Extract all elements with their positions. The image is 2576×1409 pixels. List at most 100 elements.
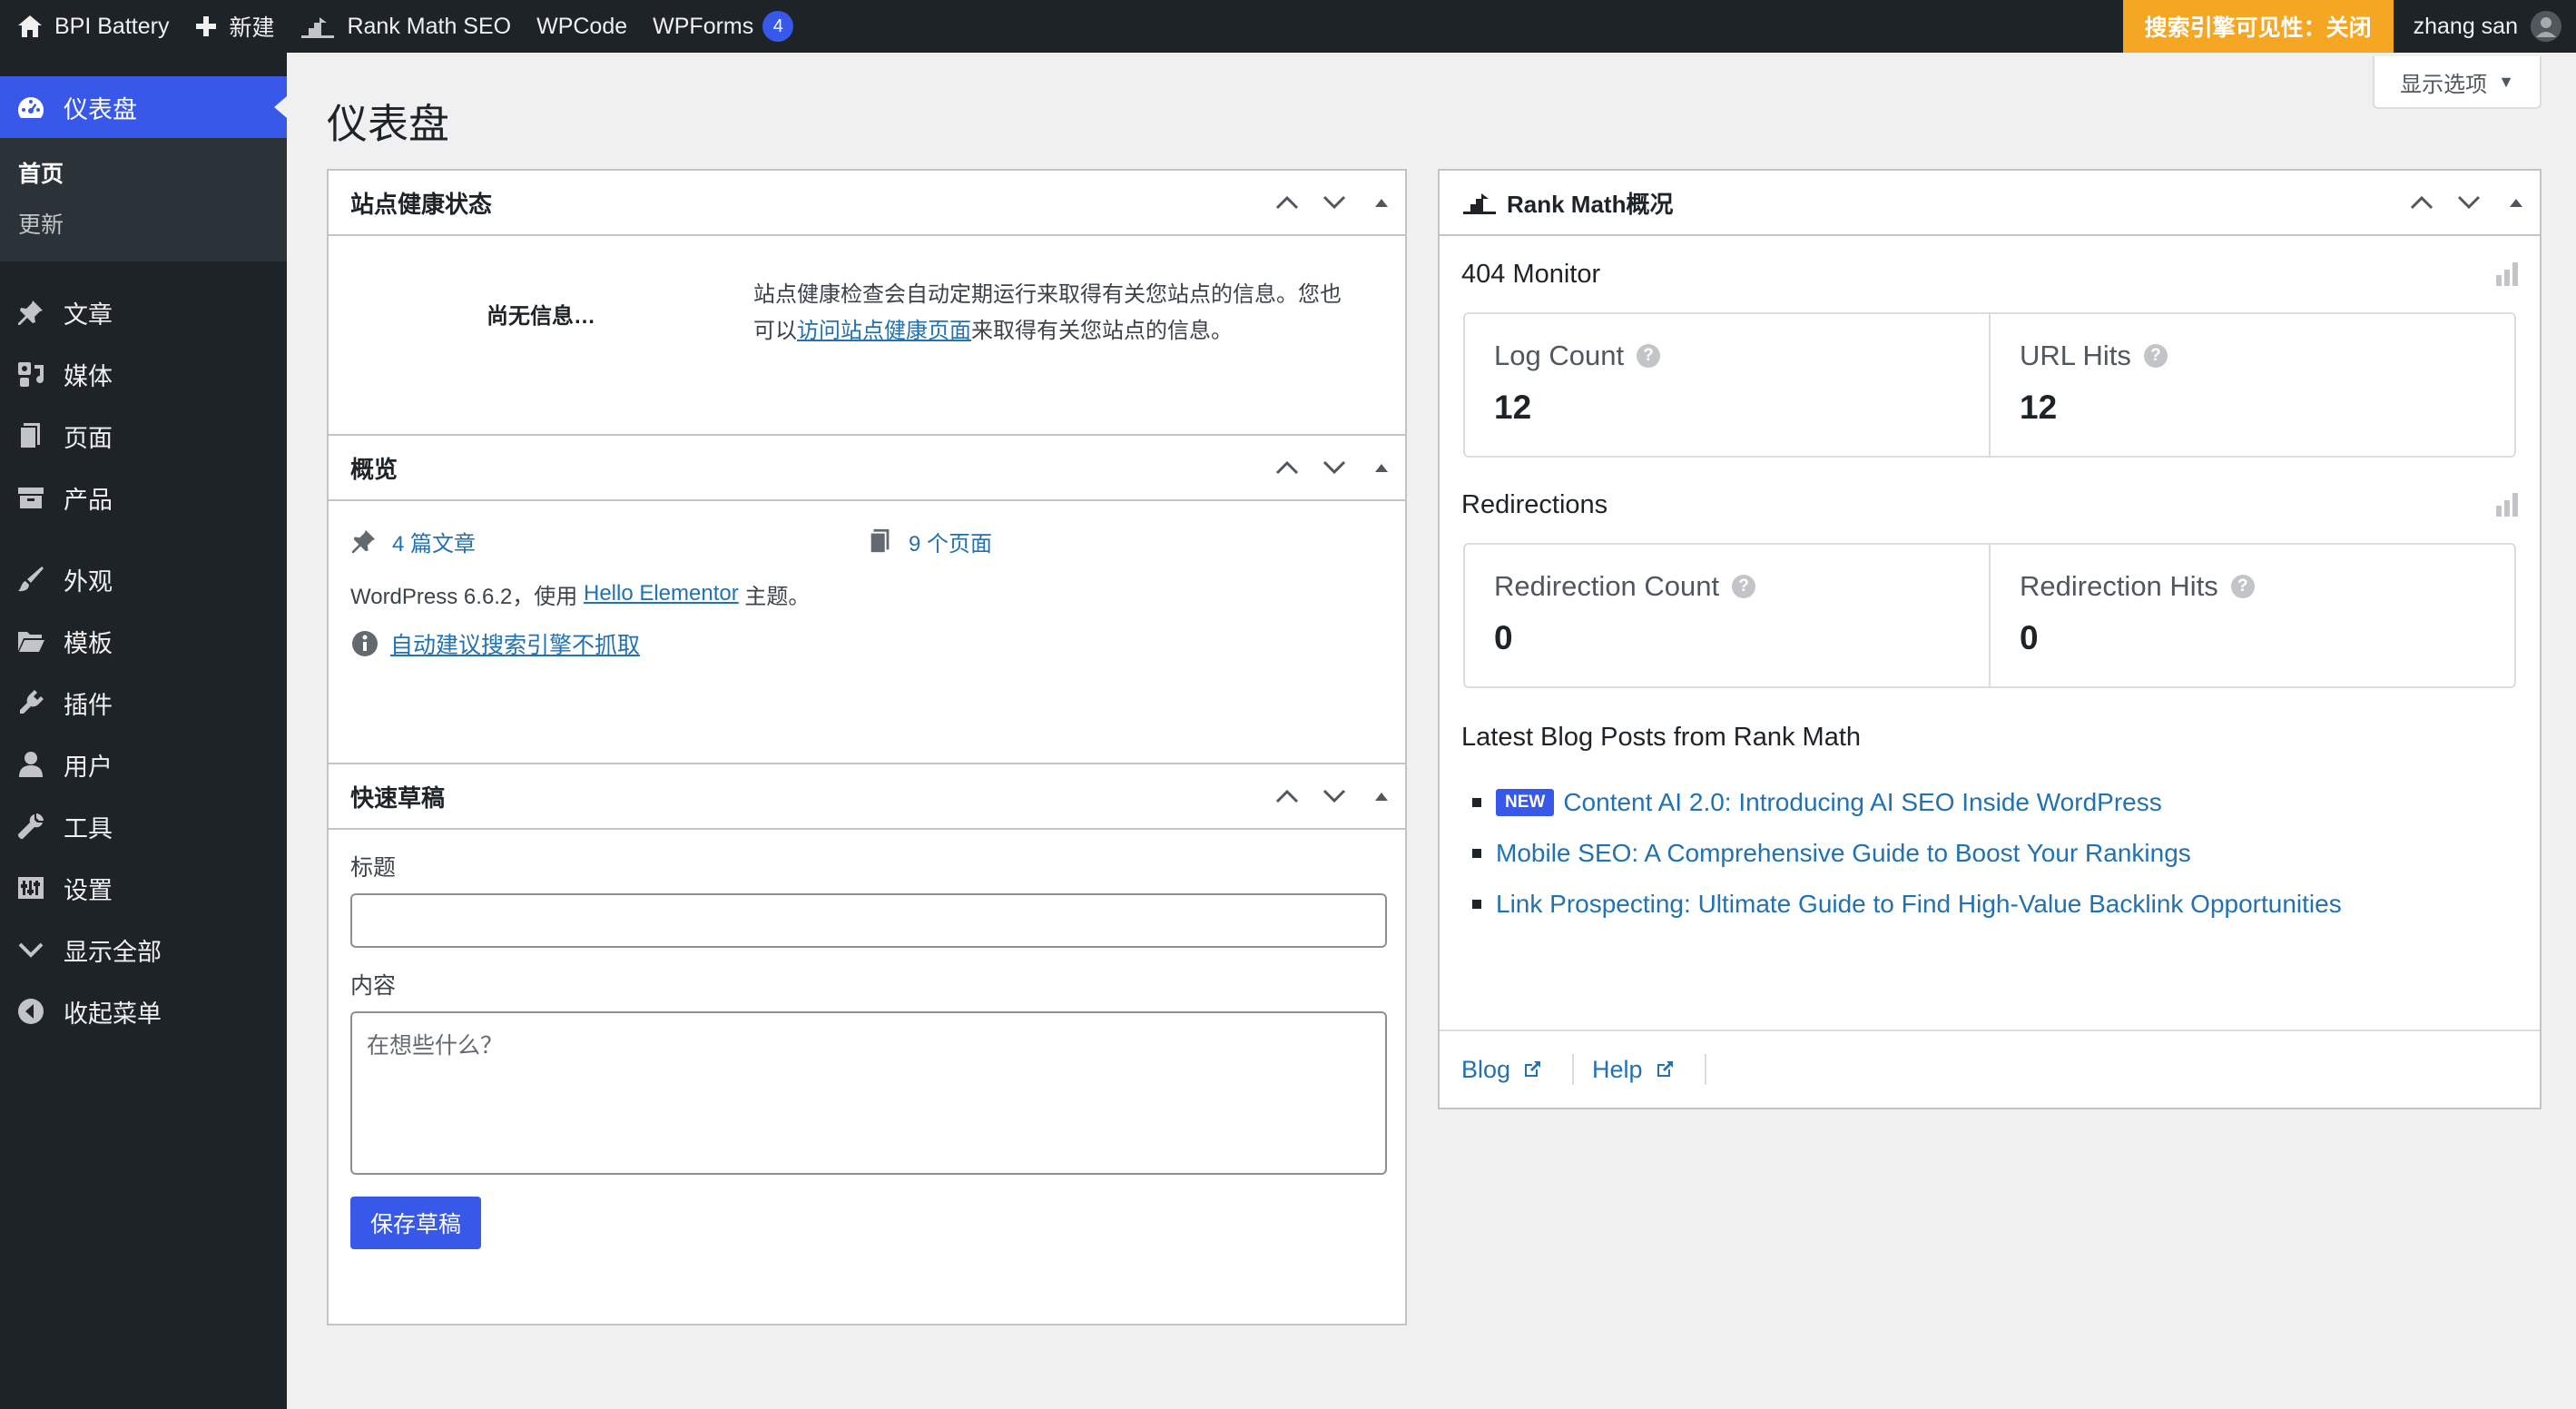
post-link[interactable]: Mobile SEO: A Comprehensive Guide to Boo… [1496, 839, 2191, 868]
search-engine-discourage-link[interactable]: 自动建议搜索引擎不抓取 [390, 627, 640, 660]
posts-count-link[interactable]: 4 篇文章 [350, 526, 867, 557]
search-engine-visibility-notice[interactable]: 搜索引擎可见性：关闭 [2122, 0, 2394, 53]
toggle-panel-button[interactable] [1358, 435, 1405, 500]
sidebar-item-posts[interactable]: 文章 [0, 281, 287, 343]
submenu-updates[interactable]: 更新 [0, 198, 287, 249]
move-down-button[interactable] [1311, 764, 1358, 829]
list-item[interactable]: Link Prospecting: Ultimate Guide to Find… [1472, 879, 2518, 930]
stat-label: Log Count [1494, 340, 1625, 371]
draft-title-input[interactable] [350, 893, 1387, 948]
chevron-up-icon [1275, 789, 1299, 803]
theme-link[interactable]: Hello Elementor [584, 581, 739, 606]
latest-posts-title: Latest Blog Posts from Rank Math [1461, 722, 1862, 752]
rank-math-seo-link[interactable]: Rank Math SEO [287, 0, 524, 53]
submenu-home[interactable]: 首页 [0, 147, 287, 198]
sidebar-item-dashboard[interactable]: 仪表盘 [0, 76, 287, 138]
stats-bars-icon[interactable] [2496, 262, 2518, 286]
triangle-up-icon [1375, 199, 1388, 207]
description-text: 来取得有关您站点的信息。 [971, 319, 1233, 343]
brush-icon [15, 563, 47, 596]
user-name: zhang san [2413, 13, 2518, 39]
pages-count-link[interactable]: 9 个页面 [867, 526, 1383, 557]
wpforms-label: WPForms [653, 13, 754, 39]
toggle-panel-button[interactable] [1358, 764, 1405, 829]
wpforms-link[interactable]: WPForms 4 [640, 0, 806, 53]
move-down-button[interactable] [1311, 170, 1358, 235]
chevron-down-icon [15, 933, 47, 966]
version-text: 主题。 [744, 584, 811, 609]
site-name-link[interactable]: BPI Battery [4, 0, 182, 53]
sidebar-item-show-all[interactable]: 显示全部 [0, 919, 287, 980]
chevron-up-icon [2410, 195, 2433, 210]
list-item[interactable]: NEW Content AI 2.0: Introducing AI SEO I… [1472, 777, 2518, 828]
stat-value: 0 [2020, 619, 2039, 656]
widget-footer: Blog Help [1440, 1030, 2540, 1108]
help-icon[interactable]: ? [1637, 344, 1661, 368]
list-item[interactable]: Mobile SEO: A Comprehensive Guide to Boo… [1472, 828, 2518, 879]
wpcode-link[interactable]: WPCode [524, 0, 640, 53]
stats-bars-icon[interactable] [2496, 493, 2518, 517]
move-down-button[interactable] [2445, 170, 2492, 235]
sidebar-item-products[interactable]: 产品 [0, 467, 287, 528]
draft-content-textarea[interactable]: 在想些什么？ [350, 1011, 1387, 1175]
log-count-stat: Log Count? 12 [1465, 314, 1989, 456]
bullet [1472, 900, 1481, 909]
help-icon[interactable]: ? [2143, 344, 2168, 368]
sidebar-item-pages[interactable]: 页面 [0, 405, 287, 467]
save-draft-button[interactable]: 保存草稿 [350, 1197, 482, 1249]
bullet [1472, 798, 1481, 807]
new-content-label: 新建 [229, 15, 275, 41]
move-up-button[interactable] [1263, 435, 1311, 500]
widget-header: Rank Math概况 [1440, 171, 2540, 236]
chevron-down-icon [1322, 789, 1346, 803]
redirections-section-header: Redirections [1440, 467, 2540, 543]
help-icon[interactable]: ? [1732, 575, 1756, 598]
avatar [2531, 11, 2561, 42]
new-content-link[interactable]: 新建 [182, 0, 287, 53]
sidebar-item-label: 外观 [64, 567, 113, 596]
posts-count: 4 篇文章 [392, 531, 477, 557]
no-info-text: 尚无信息… [487, 303, 595, 329]
post-link[interactable]: Content AI 2.0: Introducing AI SEO Insid… [1563, 788, 2161, 817]
move-up-button[interactable] [2398, 170, 2445, 235]
sidebar-item-label: 仪表盘 [64, 95, 137, 123]
rank-math-overview-widget: Rank Math概况 404 Monitor Log Count? 12 UR… [1438, 169, 2542, 1109]
sidebar-item-templates[interactable]: 模板 [0, 610, 287, 672]
triangle-up-icon [2510, 199, 2522, 207]
rank-math-seo-label: Rank Math SEO [347, 13, 512, 39]
pages-count: 9 个页面 [909, 531, 993, 557]
wrench-icon [15, 810, 47, 842]
stat-value: 0 [1494, 619, 1513, 656]
pages-icon [867, 527, 894, 555]
admin-sidebar: 仪表盘 首页 更新 文章 媒体 页面 产品 外观 模板 插件 用户 工具 设置 … [0, 53, 287, 1409]
sidebar-item-appearance[interactable]: 外观 [0, 548, 287, 610]
sidebar-item-settings[interactable]: 设置 [0, 857, 287, 919]
sidebar-item-plugins[interactable]: 插件 [0, 672, 287, 734]
screen-options-button[interactable]: 显示选项 ▼ [2373, 56, 2542, 109]
redirections-title: Redirections [1461, 489, 1608, 519]
title-label: 标题 [350, 855, 397, 881]
toggle-panel-button[interactable] [2492, 170, 2540, 235]
sidebar-item-label: 模板 [64, 629, 113, 657]
sidebar-item-users[interactable]: 用户 [0, 734, 287, 795]
toggle-panel-button[interactable] [1358, 170, 1405, 235]
move-down-button[interactable] [1311, 435, 1358, 500]
chevron-up-icon [1275, 460, 1299, 475]
help-icon[interactable]: ? [2230, 575, 2255, 598]
sidebar-item-tools[interactable]: 工具 [0, 795, 287, 857]
latest-posts-list: NEW Content AI 2.0: Introducing AI SEO I… [1440, 764, 2540, 930]
sidebar-item-collapse-menu[interactable]: 收起菜单 [0, 980, 287, 1042]
move-up-button[interactable] [1263, 170, 1311, 235]
collapse-icon [15, 995, 47, 1028]
rank-math-icon [300, 14, 336, 39]
site-health-page-link[interactable]: 访问站点健康页面 [797, 319, 971, 343]
help-link[interactable]: Help [1592, 1054, 1706, 1085]
move-up-button[interactable] [1263, 764, 1311, 829]
post-link[interactable]: Link Prospecting: Ultimate Guide to Find… [1496, 890, 2342, 919]
description-text: 站点健康检查会自动定期运行来取得有关您站点的信息。您也 [753, 282, 1342, 307]
sidebar-item-media[interactable]: 媒体 [0, 343, 287, 405]
external-link-icon [1654, 1059, 1676, 1080]
blog-link[interactable]: Blog [1461, 1054, 1575, 1085]
user-account-menu[interactable]: zhang san [2394, 0, 2576, 53]
at-a-glance-widget: 概览 4 篇文章 9 个页面 WordPress 6.6.2，使用 Hello … [327, 434, 1407, 777]
